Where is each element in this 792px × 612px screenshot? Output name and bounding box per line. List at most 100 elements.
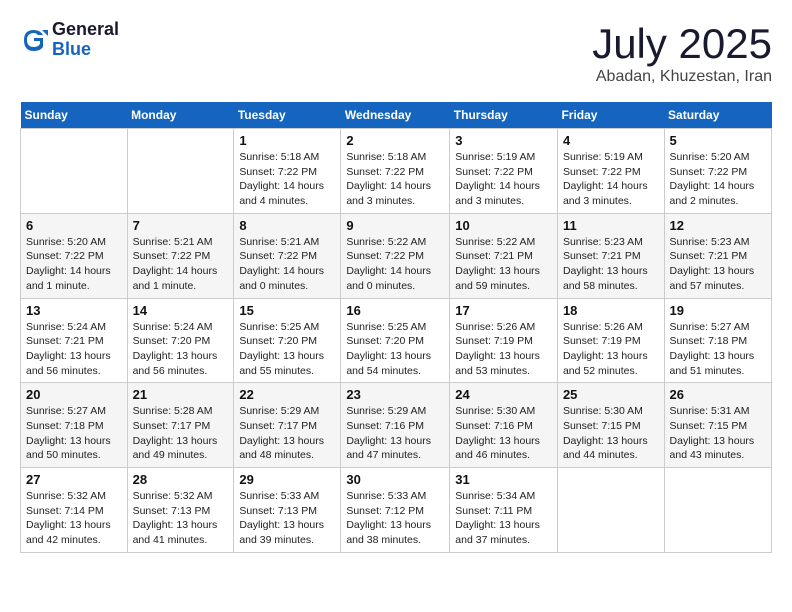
- day-number: 31: [455, 472, 552, 487]
- day-info: Sunrise: 5:34 AMSunset: 7:11 PMDaylight:…: [455, 489, 552, 548]
- day-number: 26: [670, 387, 766, 402]
- day-number: 2: [346, 133, 444, 148]
- page-header: General Blue July 2025 Abadan, Khuzestan…: [20, 20, 772, 86]
- calendar-cell: [21, 129, 128, 214]
- logo: General Blue: [20, 20, 119, 60]
- calendar-cell: 21 Sunrise: 5:28 AMSunset: 7:17 PMDayligh…: [127, 383, 234, 468]
- calendar-cell: 26 Sunrise: 5:31 AMSunset: 7:15 PMDayligh…: [664, 383, 771, 468]
- day-info: Sunrise: 5:24 AMSunset: 7:21 PMDaylight:…: [26, 320, 122, 379]
- day-info: Sunrise: 5:33 AMSunset: 7:12 PMDaylight:…: [346, 489, 444, 548]
- logo-blue: Blue: [52, 40, 119, 60]
- calendar-cell: 19 Sunrise: 5:27 AMSunset: 7:18 PMDayligh…: [664, 298, 771, 383]
- day-number: 4: [563, 133, 659, 148]
- calendar-cell: [557, 468, 664, 553]
- calendar-cell: 20Sunrise: 5:27 AMSunset: 7:18 PMDayligh…: [21, 383, 128, 468]
- calendar-cell: 22Sunrise: 5:29 AMSunset: 7:17 PMDayligh…: [234, 383, 341, 468]
- calendar-cell: 7Sunrise: 5:21 AMSunset: 7:22 PMDaylight…: [127, 213, 234, 298]
- calendar-week: 1 Sunrise: 5:18 AMSunset: 7:22 PMDaylight…: [21, 129, 772, 214]
- day-info: Sunrise: 5:32 AMSunset: 7:13 PMDaylight:…: [133, 489, 229, 548]
- day-number: 20: [26, 387, 122, 402]
- day-number: 24: [455, 387, 552, 402]
- calendar-cell: 16Sunrise: 5:25 AMSunset: 7:20 PMDayligh…: [341, 298, 450, 383]
- day-info: Sunrise: 5:18 AMSunset: 7:22 PMDaylight:…: [239, 150, 335, 209]
- calendar-cell: 27Sunrise: 5:32 AMSunset: 7:14 PMDayligh…: [21, 468, 128, 553]
- day-info: Sunrise: 5:29 AMSunset: 7:16 PMDaylight:…: [346, 404, 444, 463]
- day-number: 6: [26, 218, 122, 233]
- header-day: Monday: [127, 102, 234, 129]
- calendar-week: 27Sunrise: 5:32 AMSunset: 7:14 PMDayligh…: [21, 468, 772, 553]
- day-number: 29: [239, 472, 335, 487]
- day-info: Sunrise: 5:26 AMSunset: 7:19 PMDaylight:…: [563, 320, 659, 379]
- day-number: 17: [455, 303, 552, 318]
- day-number: 15: [239, 303, 335, 318]
- logo-general: General: [52, 20, 119, 40]
- day-info: Sunrise: 5:19 AMSunset: 7:22 PMDaylight:…: [455, 150, 552, 209]
- calendar-cell: 5Sunrise: 5:20 AMSunset: 7:22 PMDaylight…: [664, 129, 771, 214]
- day-info: Sunrise: 5:30 AMSunset: 7:16 PMDaylight:…: [455, 404, 552, 463]
- day-number: 30: [346, 472, 444, 487]
- day-number: 28: [133, 472, 229, 487]
- calendar-cell: 30 Sunrise: 5:33 AMSunset: 7:12 PMDayligh…: [341, 468, 450, 553]
- month-title: July 2025: [592, 20, 772, 68]
- calendar-header: SundayMondayTuesdayWednesdayThursdayFrid…: [21, 102, 772, 129]
- header-day: Thursday: [450, 102, 558, 129]
- day-info: Sunrise: 5:21 AMSunset: 7:22 PMDaylight:…: [239, 235, 335, 294]
- calendar-cell: 11Sunrise: 5:23 AMSunset: 7:21 PMDayligh…: [557, 213, 664, 298]
- header-day: Friday: [557, 102, 664, 129]
- day-info: Sunrise: 5:25 AMSunset: 7:20 PMDaylight:…: [239, 320, 335, 379]
- day-number: 19: [670, 303, 766, 318]
- day-info: Sunrise: 5:28 AMSunset: 7:17 PMDaylight:…: [133, 404, 229, 463]
- calendar-body: 1 Sunrise: 5:18 AMSunset: 7:22 PMDaylight…: [21, 129, 772, 553]
- day-info: Sunrise: 5:27 AMSunset: 7:18 PMDaylight:…: [670, 320, 766, 379]
- calendar-cell: 17 Sunrise: 5:26 AMSunset: 7:19 PMDayligh…: [450, 298, 558, 383]
- calendar-table: SundayMondayTuesdayWednesdayThursdayFrid…: [20, 102, 772, 553]
- day-info: Sunrise: 5:26 AMSunset: 7:19 PMDaylight:…: [455, 320, 552, 379]
- calendar-cell: 6 Sunrise: 5:20 AMSunset: 7:22 PMDaylight…: [21, 213, 128, 298]
- day-number: 18: [563, 303, 659, 318]
- calendar-cell: 8Sunrise: 5:21 AMSunset: 7:22 PMDaylight…: [234, 213, 341, 298]
- day-number: 12: [670, 218, 766, 233]
- day-info: Sunrise: 5:33 AMSunset: 7:13 PMDaylight:…: [239, 489, 335, 548]
- header-day: Tuesday: [234, 102, 341, 129]
- calendar-cell: 15 Sunrise: 5:25 AMSunset: 7:20 PMDayligh…: [234, 298, 341, 383]
- calendar-cell: 23 Sunrise: 5:29 AMSunset: 7:16 PMDayligh…: [341, 383, 450, 468]
- day-number: 3: [455, 133, 552, 148]
- day-info: Sunrise: 5:18 AMSunset: 7:22 PMDaylight:…: [346, 150, 444, 209]
- header-day: Sunday: [21, 102, 128, 129]
- day-info: Sunrise: 5:20 AMSunset: 7:22 PMDaylight:…: [26, 235, 122, 294]
- calendar-week: 13 Sunrise: 5:24 AMSunset: 7:21 PMDayligh…: [21, 298, 772, 383]
- day-number: 16: [346, 303, 444, 318]
- calendar-cell: 28 Sunrise: 5:32 AMSunset: 7:13 PMDayligh…: [127, 468, 234, 553]
- day-info: Sunrise: 5:21 AMSunset: 7:22 PMDaylight:…: [133, 235, 229, 294]
- day-number: 14: [133, 303, 229, 318]
- day-info: Sunrise: 5:32 AMSunset: 7:14 PMDaylight:…: [26, 489, 122, 548]
- day-number: 1: [239, 133, 335, 148]
- day-info: Sunrise: 5:24 AMSunset: 7:20 PMDaylight:…: [133, 320, 229, 379]
- day-number: 10: [455, 218, 552, 233]
- day-number: 21: [133, 387, 229, 402]
- calendar-cell: 3 Sunrise: 5:19 AMSunset: 7:22 PMDaylight…: [450, 129, 558, 214]
- calendar-cell: 10 Sunrise: 5:22 AMSunset: 7:21 PMDayligh…: [450, 213, 558, 298]
- day-info: Sunrise: 5:31 AMSunset: 7:15 PMDaylight:…: [670, 404, 766, 463]
- day-info: Sunrise: 5:30 AMSunset: 7:15 PMDaylight:…: [563, 404, 659, 463]
- day-number: 23: [346, 387, 444, 402]
- calendar-cell: 9Sunrise: 5:22 AMSunset: 7:22 PMDaylight…: [341, 213, 450, 298]
- logo-text: General Blue: [52, 20, 119, 60]
- day-info: Sunrise: 5:23 AMSunset: 7:21 PMDaylight:…: [563, 235, 659, 294]
- day-info: Sunrise: 5:22 AMSunset: 7:21 PMDaylight:…: [455, 235, 552, 294]
- day-info: Sunrise: 5:29 AMSunset: 7:17 PMDaylight:…: [239, 404, 335, 463]
- calendar-cell: 1 Sunrise: 5:18 AMSunset: 7:22 PMDaylight…: [234, 129, 341, 214]
- day-number: 5: [670, 133, 766, 148]
- calendar-cell: [127, 129, 234, 214]
- calendar-cell: 14 Sunrise: 5:24 AMSunset: 7:20 PMDayligh…: [127, 298, 234, 383]
- day-info: Sunrise: 5:23 AMSunset: 7:21 PMDaylight:…: [670, 235, 766, 294]
- header-day: Wednesday: [341, 102, 450, 129]
- calendar-cell: 31 Sunrise: 5:34 AMSunset: 7:11 PMDayligh…: [450, 468, 558, 553]
- calendar-cell: 13 Sunrise: 5:24 AMSunset: 7:21 PMDayligh…: [21, 298, 128, 383]
- day-info: Sunrise: 5:22 AMSunset: 7:22 PMDaylight:…: [346, 235, 444, 294]
- header-day: Saturday: [664, 102, 771, 129]
- calendar-week: 20Sunrise: 5:27 AMSunset: 7:18 PMDayligh…: [21, 383, 772, 468]
- calendar-week: 6 Sunrise: 5:20 AMSunset: 7:22 PMDaylight…: [21, 213, 772, 298]
- day-number: 13: [26, 303, 122, 318]
- calendar-cell: 18 Sunrise: 5:26 AMSunset: 7:19 PMDayligh…: [557, 298, 664, 383]
